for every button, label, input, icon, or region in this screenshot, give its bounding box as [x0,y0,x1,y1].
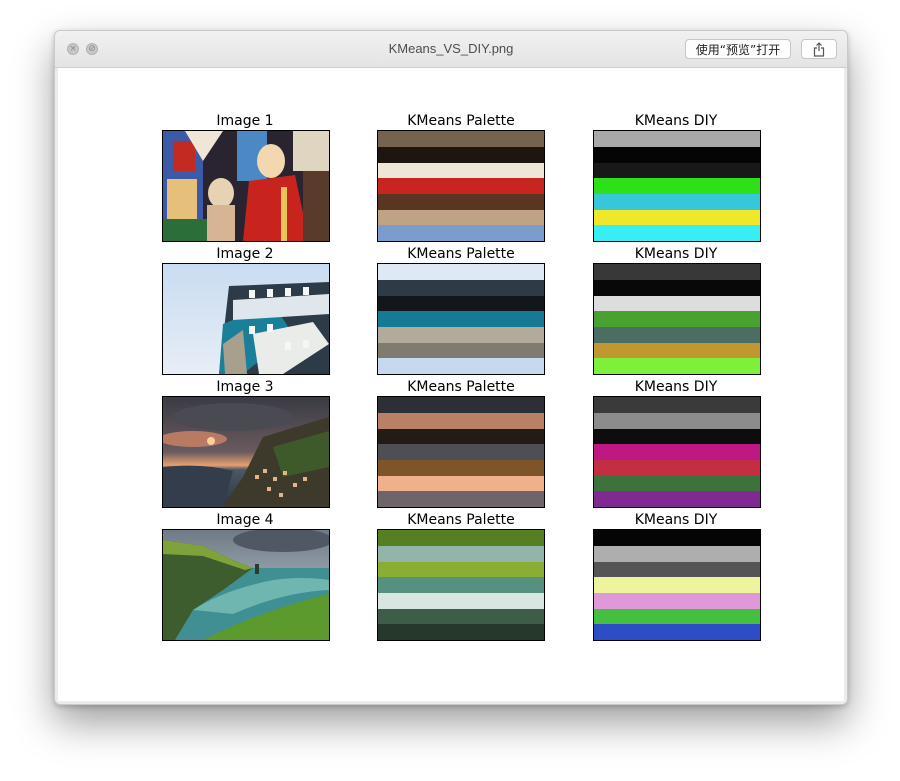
diy-3-stripe [594,491,760,507]
diy-2-stripe [594,327,760,343]
diy-3-stripe [594,397,760,413]
coastal-village-photo [163,397,329,507]
palette-1-stripe [378,178,544,194]
diy-1-stripe [594,147,760,163]
diy-2-stripe [594,280,760,296]
palette-4-stripe [378,546,544,562]
palette-3-stripe [378,397,544,413]
diy-3-stripe [594,413,760,429]
palette-2-swatch-bar [377,263,545,375]
palette-3-stripe [378,413,544,429]
diy-2-stripe [594,343,760,358]
palette-4-stripe [378,577,544,593]
palette-1-stripe [378,147,544,163]
diy-4-stripe [594,577,760,593]
palette-1-stripe [378,225,544,241]
palette-3-stripe [378,429,544,444]
palette-2-stripe [378,280,544,296]
palette-1-stripe [378,210,544,225]
palette-3-stripe [378,460,544,476]
palette-4-title: KMeans Palette [407,512,515,528]
title-bar: × ⊘ KMeans_VS_DIY.png 使用“预览”打开 [55,31,847,68]
palette-2-title: KMeans Palette [407,246,515,262]
building-photo [163,264,329,374]
stained-glass-photo [163,131,329,241]
diy-1-stripe [594,194,760,210]
palette-3-stripe [378,444,544,460]
palette-1-stripe [378,194,544,210]
diy-3-swatch-bar [593,396,761,508]
image-4-title: Image 4 [216,512,274,528]
diy-2-stripe [594,296,760,311]
diy-2-stripe [594,311,760,327]
diy-1-stripe [594,163,760,178]
diy-2-stripe [594,358,760,374]
palette-3-stripe [378,491,544,507]
palette-1-stripe [378,163,544,178]
diy-3-stripe [594,429,760,444]
palette-4-swatch-bar [377,529,545,641]
diy-1-stripe [594,210,760,225]
diy-4-title: KMeans DIY [634,512,718,528]
palette-1-swatch-bar [377,130,545,242]
palette-1-stripe [378,131,544,147]
diy-1-stripe [594,131,760,147]
palette-2-stripe [378,264,544,280]
diy-4-stripe [594,530,760,546]
diy-1-stripe [594,178,760,194]
palette-3-stripe [378,476,544,491]
diy-3-stripe [594,444,760,460]
diy-4-stripe [594,562,760,577]
palette-4-stripe [378,593,544,609]
open-with-preview-button[interactable]: 使用“预览”打开 [685,39,791,59]
sea-cliffs-photo [163,530,329,640]
image-1-thumbnail [162,130,330,242]
palette-1-title: KMeans Palette [407,113,515,129]
palette-2-stripe [378,343,544,358]
image-2-thumbnail [162,263,330,375]
palette-4-stripe [378,530,544,546]
diy-1-stripe [594,225,760,241]
palette-4-stripe [378,609,544,624]
palette-4-stripe [378,562,544,577]
image-2-title: Image 2 [216,246,274,262]
diy-4-stripe [594,546,760,562]
diy-3-stripe [594,460,760,476]
diy-3-title: KMeans DIY [634,379,718,395]
diy-2-stripe [594,264,760,280]
diy-4-swatch-bar [593,529,761,641]
diy-2-swatch-bar [593,263,761,375]
diy-3-stripe [594,476,760,491]
diy-1-title: KMeans DIY [634,113,718,129]
preview-window: × ⊘ KMeans_VS_DIY.png 使用“预览”打开 Image 1 K… [54,30,848,705]
share-button[interactable] [801,39,837,59]
diy-4-stripe [594,609,760,624]
image-4-thumbnail [162,529,330,641]
diy-2-title: KMeans DIY [634,246,718,262]
palette-2-stripe [378,327,544,343]
image-1-title: Image 1 [216,113,274,129]
diy-4-stripe [594,593,760,609]
image-canvas: Image 1 KMeans Palette KMeans DIY Image … [58,68,844,701]
share-icon [813,42,825,57]
image-3-thumbnail [162,396,330,508]
palette-2-stripe [378,296,544,311]
palette-4-stripe [378,624,544,640]
image-3-title: Image 3 [216,379,274,395]
palette-3-title: KMeans Palette [407,379,515,395]
palette-2-stripe [378,311,544,327]
palette-2-stripe [378,358,544,374]
diy-1-swatch-bar [593,130,761,242]
diy-4-stripe [594,624,760,640]
palette-3-swatch-bar [377,396,545,508]
